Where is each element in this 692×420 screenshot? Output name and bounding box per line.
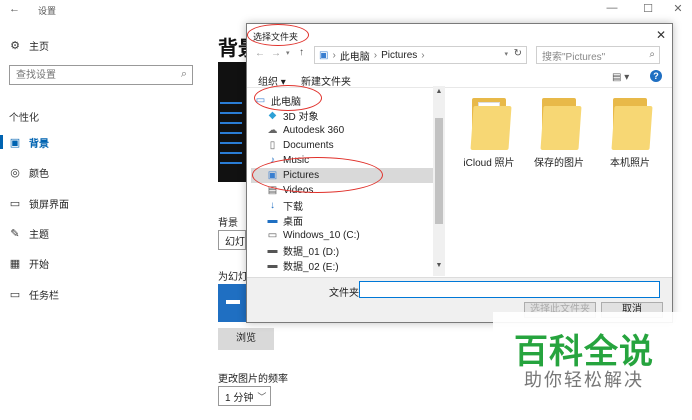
annotation-ellipse: [254, 85, 322, 111]
sidebar-item-label: 锁屏界面: [29, 199, 69, 211]
start-icon: ▦: [9, 257, 21, 270]
maximize-icon[interactable]: ☐: [638, 2, 658, 15]
scroll-up-icon[interactable]: ▲: [434, 88, 444, 95]
settings-titlebar: ← 设置 — ☐ ✕: [0, 0, 692, 20]
drive-icon: ▬: [267, 260, 278, 271]
sidebar-item-start[interactable]: ▦ 开始: [9, 252, 49, 274]
nav-item-documents[interactable]: ▯ Documents: [267, 138, 334, 153]
folder-label[interactable]: 本机照片: [590, 154, 670, 169]
up-arrow-icon[interactable]: ↑: [299, 47, 304, 58]
sidebar-item-lockscreen[interactable]: ▭ 锁屏界面: [9, 192, 69, 214]
annotation-ellipse: [252, 157, 383, 193]
chevron-down-icon[interactable]: ▾: [286, 49, 290, 57]
sidebar-item-label: 任务栏: [29, 290, 59, 302]
sidebar-item-themes[interactable]: ✎ 主题: [9, 222, 49, 244]
cloud-icon: ☁: [267, 125, 278, 136]
path-separator-icon: ›: [373, 49, 378, 61]
view-options-icon[interactable]: ▤ ▾: [612, 72, 629, 83]
brush-icon: ✎: [10, 227, 20, 240]
settings-search-box[interactable]: ⌕: [9, 65, 193, 85]
close-window-icon[interactable]: ✕: [668, 2, 688, 15]
nav-item-desktop[interactable]: ▬ 桌面: [267, 213, 304, 228]
dialog-search-placeholder: 搜索"Pictures": [542, 51, 606, 63]
background-preview: [218, 62, 246, 182]
chevron-down-icon[interactable]: ▾: [504, 50, 508, 58]
nav-item-downloads[interactable]: ↓ 下载: [267, 198, 303, 213]
desktop-icon: ▬: [267, 215, 278, 226]
nav-item-autodesk[interactable]: ☁ Autodesk 360: [267, 123, 345, 138]
document-icon: ▯: [269, 140, 276, 151]
active-indicator: [0, 135, 3, 149]
palette-icon: ◎: [10, 166, 20, 179]
browse-button[interactable]: 浏览: [218, 328, 274, 350]
frequency-select[interactable]: 1 分钟 ﹀: [218, 386, 271, 406]
back-arrow-icon[interactable]: ←: [9, 3, 20, 15]
gear-icon: ⚙: [10, 39, 20, 52]
album-label: 为幻灯: [218, 272, 248, 283]
background-label: 背景: [218, 218, 238, 229]
folder-icon[interactable]: [536, 98, 582, 150]
dialog-toolbar: 组织 ▾ 新建文件夹 ▤ ▾ ?: [247, 68, 672, 88]
nav-item-drive-c[interactable]: ▭ Windows_10 (C:): [267, 228, 360, 243]
chevron-down-icon: ﹀: [257, 391, 267, 402]
sidebar-item-background[interactable]: ▣ 背景: [9, 131, 49, 153]
drive-icon: ▭: [267, 230, 278, 241]
sidebar-item-label: 主页: [29, 41, 49, 53]
watermark-slogan: 助你轻松解决: [524, 370, 644, 390]
folder-label[interactable]: iCloud 照片: [449, 154, 529, 169]
drive-icon: ▬: [267, 245, 278, 256]
lockscreen-icon: ▭: [9, 197, 21, 210]
sidebar-item-label: 颜色: [29, 168, 49, 180]
nav-item-drive-d[interactable]: ▬ 数据_01 (D:): [267, 243, 340, 258]
background-select[interactable]: 幻灯: [218, 230, 246, 250]
scroll-down-icon[interactable]: ▼: [434, 262, 444, 269]
computer-icon: ▣: [319, 49, 329, 61]
sidebar-item-taskbar[interactable]: ▭ 任务栏: [9, 283, 59, 305]
dialog-search-box[interactable]: 搜索"Pictures" ⌕: [536, 46, 660, 64]
search-icon[interactable]: ⌕: [181, 68, 187, 81]
forward-arrow-icon[interactable]: →: [271, 48, 281, 59]
help-icon[interactable]: ?: [650, 70, 662, 82]
minimize-icon[interactable]: —: [602, 2, 622, 14]
address-bar[interactable]: ▣ › 此电脑 › Pictures › ▾ ↻: [314, 46, 527, 64]
search-icon[interactable]: ⌕: [649, 49, 655, 60]
sidebar-item-home[interactable]: ⚙ 主页: [9, 34, 49, 56]
folder-field-label: 文件夹:: [329, 288, 362, 299]
nav-scrollbar[interactable]: ▲ ▼: [433, 86, 445, 276]
new-folder-button[interactable]: 新建文件夹: [301, 73, 351, 88]
settings-search-input[interactable]: [10, 66, 170, 84]
frequency-label: 更改图片的频率: [218, 374, 288, 385]
scrollbar-thumb[interactable]: [435, 118, 443, 224]
path-separator-icon: ›: [421, 49, 425, 61]
dialog-close-icon[interactable]: ✕: [656, 28, 666, 42]
back-arrow-icon[interactable]: ←: [255, 48, 265, 59]
folder-icon[interactable]: [466, 98, 512, 150]
refresh-icon[interactable]: ↻: [514, 48, 522, 59]
sidebar-item-label: 开始: [29, 259, 49, 271]
folder-name-input[interactable]: [359, 281, 660, 298]
picture-icon: ▣: [9, 136, 21, 149]
sidebar-item-label: 主题: [29, 229, 49, 241]
cube-icon: ◆: [268, 110, 277, 121]
section-heading: 个性化: [9, 113, 39, 124]
download-icon: ↓: [270, 200, 275, 211]
folder-label[interactable]: 保存的图片: [519, 154, 599, 169]
taskbar-icon: ▭: [9, 288, 21, 301]
path-separator-icon: ›: [332, 49, 336, 61]
album-thumbnail[interactable]: [218, 284, 246, 322]
settings-window-title: 设置: [38, 6, 57, 16]
sidebar-item-label: 背景: [29, 138, 49, 150]
annotation-ellipse: [247, 24, 309, 46]
breadcrumb-item[interactable]: 此电脑: [340, 48, 370, 63]
sidebar-item-colors[interactable]: ◎ 颜色: [9, 161, 49, 183]
breadcrumb-item[interactable]: Pictures: [381, 50, 417, 61]
nav-item-drive-e[interactable]: ▬ 数据_02 (E:): [267, 258, 339, 273]
folder-icon[interactable]: [607, 98, 653, 150]
